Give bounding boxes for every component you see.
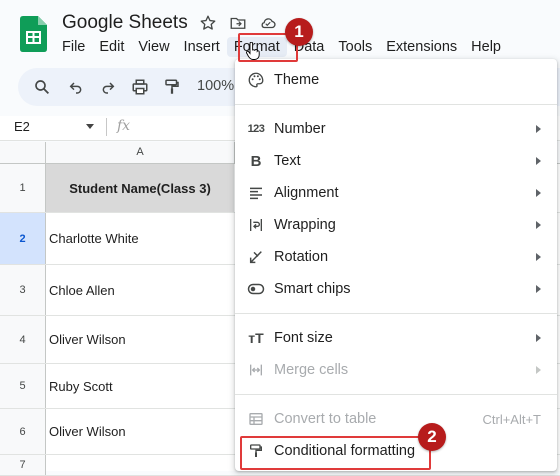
- chevron-down-icon[interactable]: [86, 124, 94, 129]
- number-format-icon: 123: [247, 123, 265, 135]
- menu-item-label: Font size: [274, 330, 333, 346]
- menu-item-label: Rotation: [274, 249, 329, 265]
- data-cell[interactable]: Oliver Wilson: [46, 409, 234, 454]
- menu-item-label: Convert to table: [274, 411, 377, 427]
- menu-separator: [235, 394, 557, 395]
- menu-edit[interactable]: Edit: [92, 37, 131, 57]
- menu-file[interactable]: File: [55, 37, 92, 57]
- data-cell[interactable]: [46, 455, 234, 475]
- submenu-arrow-icon: [536, 366, 541, 374]
- conditional-formatting-highlight: [240, 436, 431, 470]
- print-icon[interactable]: [130, 77, 150, 97]
- menu-item-text[interactable]: B Text: [235, 145, 557, 177]
- merge-cells-icon: [247, 361, 265, 379]
- table-icon: [247, 410, 265, 428]
- menu-separator: [235, 104, 557, 105]
- move-folder-icon[interactable]: [228, 13, 248, 33]
- keyboard-shortcut: Ctrl+Alt+T: [482, 411, 541, 427]
- menu-view[interactable]: View: [131, 37, 176, 57]
- zoom-select[interactable]: 100%: [197, 78, 234, 94]
- search-icon[interactable]: [32, 77, 52, 97]
- menu-extensions[interactable]: Extensions: [379, 37, 464, 57]
- row-number[interactable]: 3: [0, 265, 46, 315]
- submenu-arrow-icon: [536, 157, 541, 165]
- row-number[interactable]: 7: [0, 455, 46, 475]
- data-cell[interactable]: Oliver Wilson: [46, 316, 234, 363]
- submenu-arrow-icon: [536, 221, 541, 229]
- menu-item-label: Wrapping: [274, 217, 336, 233]
- menu-item-label: Text: [274, 153, 301, 169]
- submenu-arrow-icon: [536, 125, 541, 133]
- row-number[interactable]: 4: [0, 316, 46, 363]
- menu-item-label: Alignment: [274, 185, 339, 201]
- bold-icon: B: [250, 152, 262, 170]
- step-2-badge: 2: [418, 423, 446, 451]
- align-left-icon: [247, 184, 265, 202]
- menu-item-rotation[interactable]: Rotation: [235, 241, 557, 273]
- format-menu: Theme 123 Number B Text Alignment Wrappi…: [235, 59, 557, 471]
- menu-item-label: Number: [274, 121, 326, 137]
- select-all-corner[interactable]: [0, 142, 46, 163]
- menu-item-label: Merge cells: [274, 362, 349, 378]
- menu-item-label: Theme: [274, 72, 320, 88]
- row-number[interactable]: 2: [0, 213, 46, 264]
- row-number[interactable]: 5: [0, 364, 46, 408]
- menu-item-theme[interactable]: Theme: [235, 64, 557, 96]
- text-wrap-icon: [247, 216, 265, 234]
- menu-item-font-size[interactable]: тT Font size: [235, 322, 557, 354]
- data-cell[interactable]: Chloe Allen: [46, 265, 234, 315]
- submenu-arrow-icon: [536, 334, 541, 342]
- menu-separator: [235, 313, 557, 314]
- menu-item-alignment[interactable]: Alignment: [235, 177, 557, 209]
- name-box[interactable]: E2: [14, 119, 30, 134]
- data-cell[interactable]: Charlotte White: [46, 213, 234, 264]
- menu-item-merge-cells[interactable]: Merge cells: [235, 354, 557, 386]
- document-title[interactable]: Google Sheets: [62, 12, 188, 34]
- font-size-icon: тT: [248, 330, 264, 346]
- paint-format-icon[interactable]: [162, 77, 182, 97]
- menu-item-smart-chips[interactable]: Smart chips: [235, 273, 557, 305]
- submenu-arrow-icon: [536, 253, 541, 261]
- divider: [106, 118, 107, 136]
- redo-icon[interactable]: [98, 77, 118, 97]
- menu-item-number[interactable]: 123 Number: [235, 113, 557, 145]
- step-1-badge: 1: [285, 18, 313, 46]
- menu-tools[interactable]: Tools: [331, 37, 379, 57]
- smart-chip-icon: [247, 280, 265, 298]
- menu-item-convert-to-table[interactable]: Convert to table Ctrl+Alt+T: [235, 403, 557, 435]
- row-number[interactable]: 1: [0, 164, 46, 212]
- star-icon[interactable]: [198, 13, 218, 33]
- column-header-a[interactable]: A: [46, 142, 235, 163]
- text-rotation-icon: [247, 248, 265, 266]
- menu-help[interactable]: Help: [464, 37, 508, 57]
- submenu-arrow-icon: [536, 285, 541, 293]
- submenu-arrow-icon: [536, 189, 541, 197]
- menu-insert[interactable]: Insert: [177, 37, 227, 57]
- menu-item-wrapping[interactable]: Wrapping: [235, 209, 557, 241]
- palette-icon: [247, 71, 265, 89]
- fx-icon: fx: [117, 118, 131, 134]
- header-cell[interactable]: Student Name(Class 3): [46, 164, 234, 212]
- undo-icon[interactable]: [66, 77, 86, 97]
- row-number[interactable]: 6: [0, 409, 46, 454]
- menu-item-label: Smart chips: [274, 281, 351, 297]
- data-cell[interactable]: Ruby Scott: [46, 364, 234, 408]
- cloud-status-icon[interactable]: [258, 13, 278, 33]
- sheets-logo-icon[interactable]: [20, 16, 47, 52]
- hand-cursor-icon: [246, 41, 260, 60]
